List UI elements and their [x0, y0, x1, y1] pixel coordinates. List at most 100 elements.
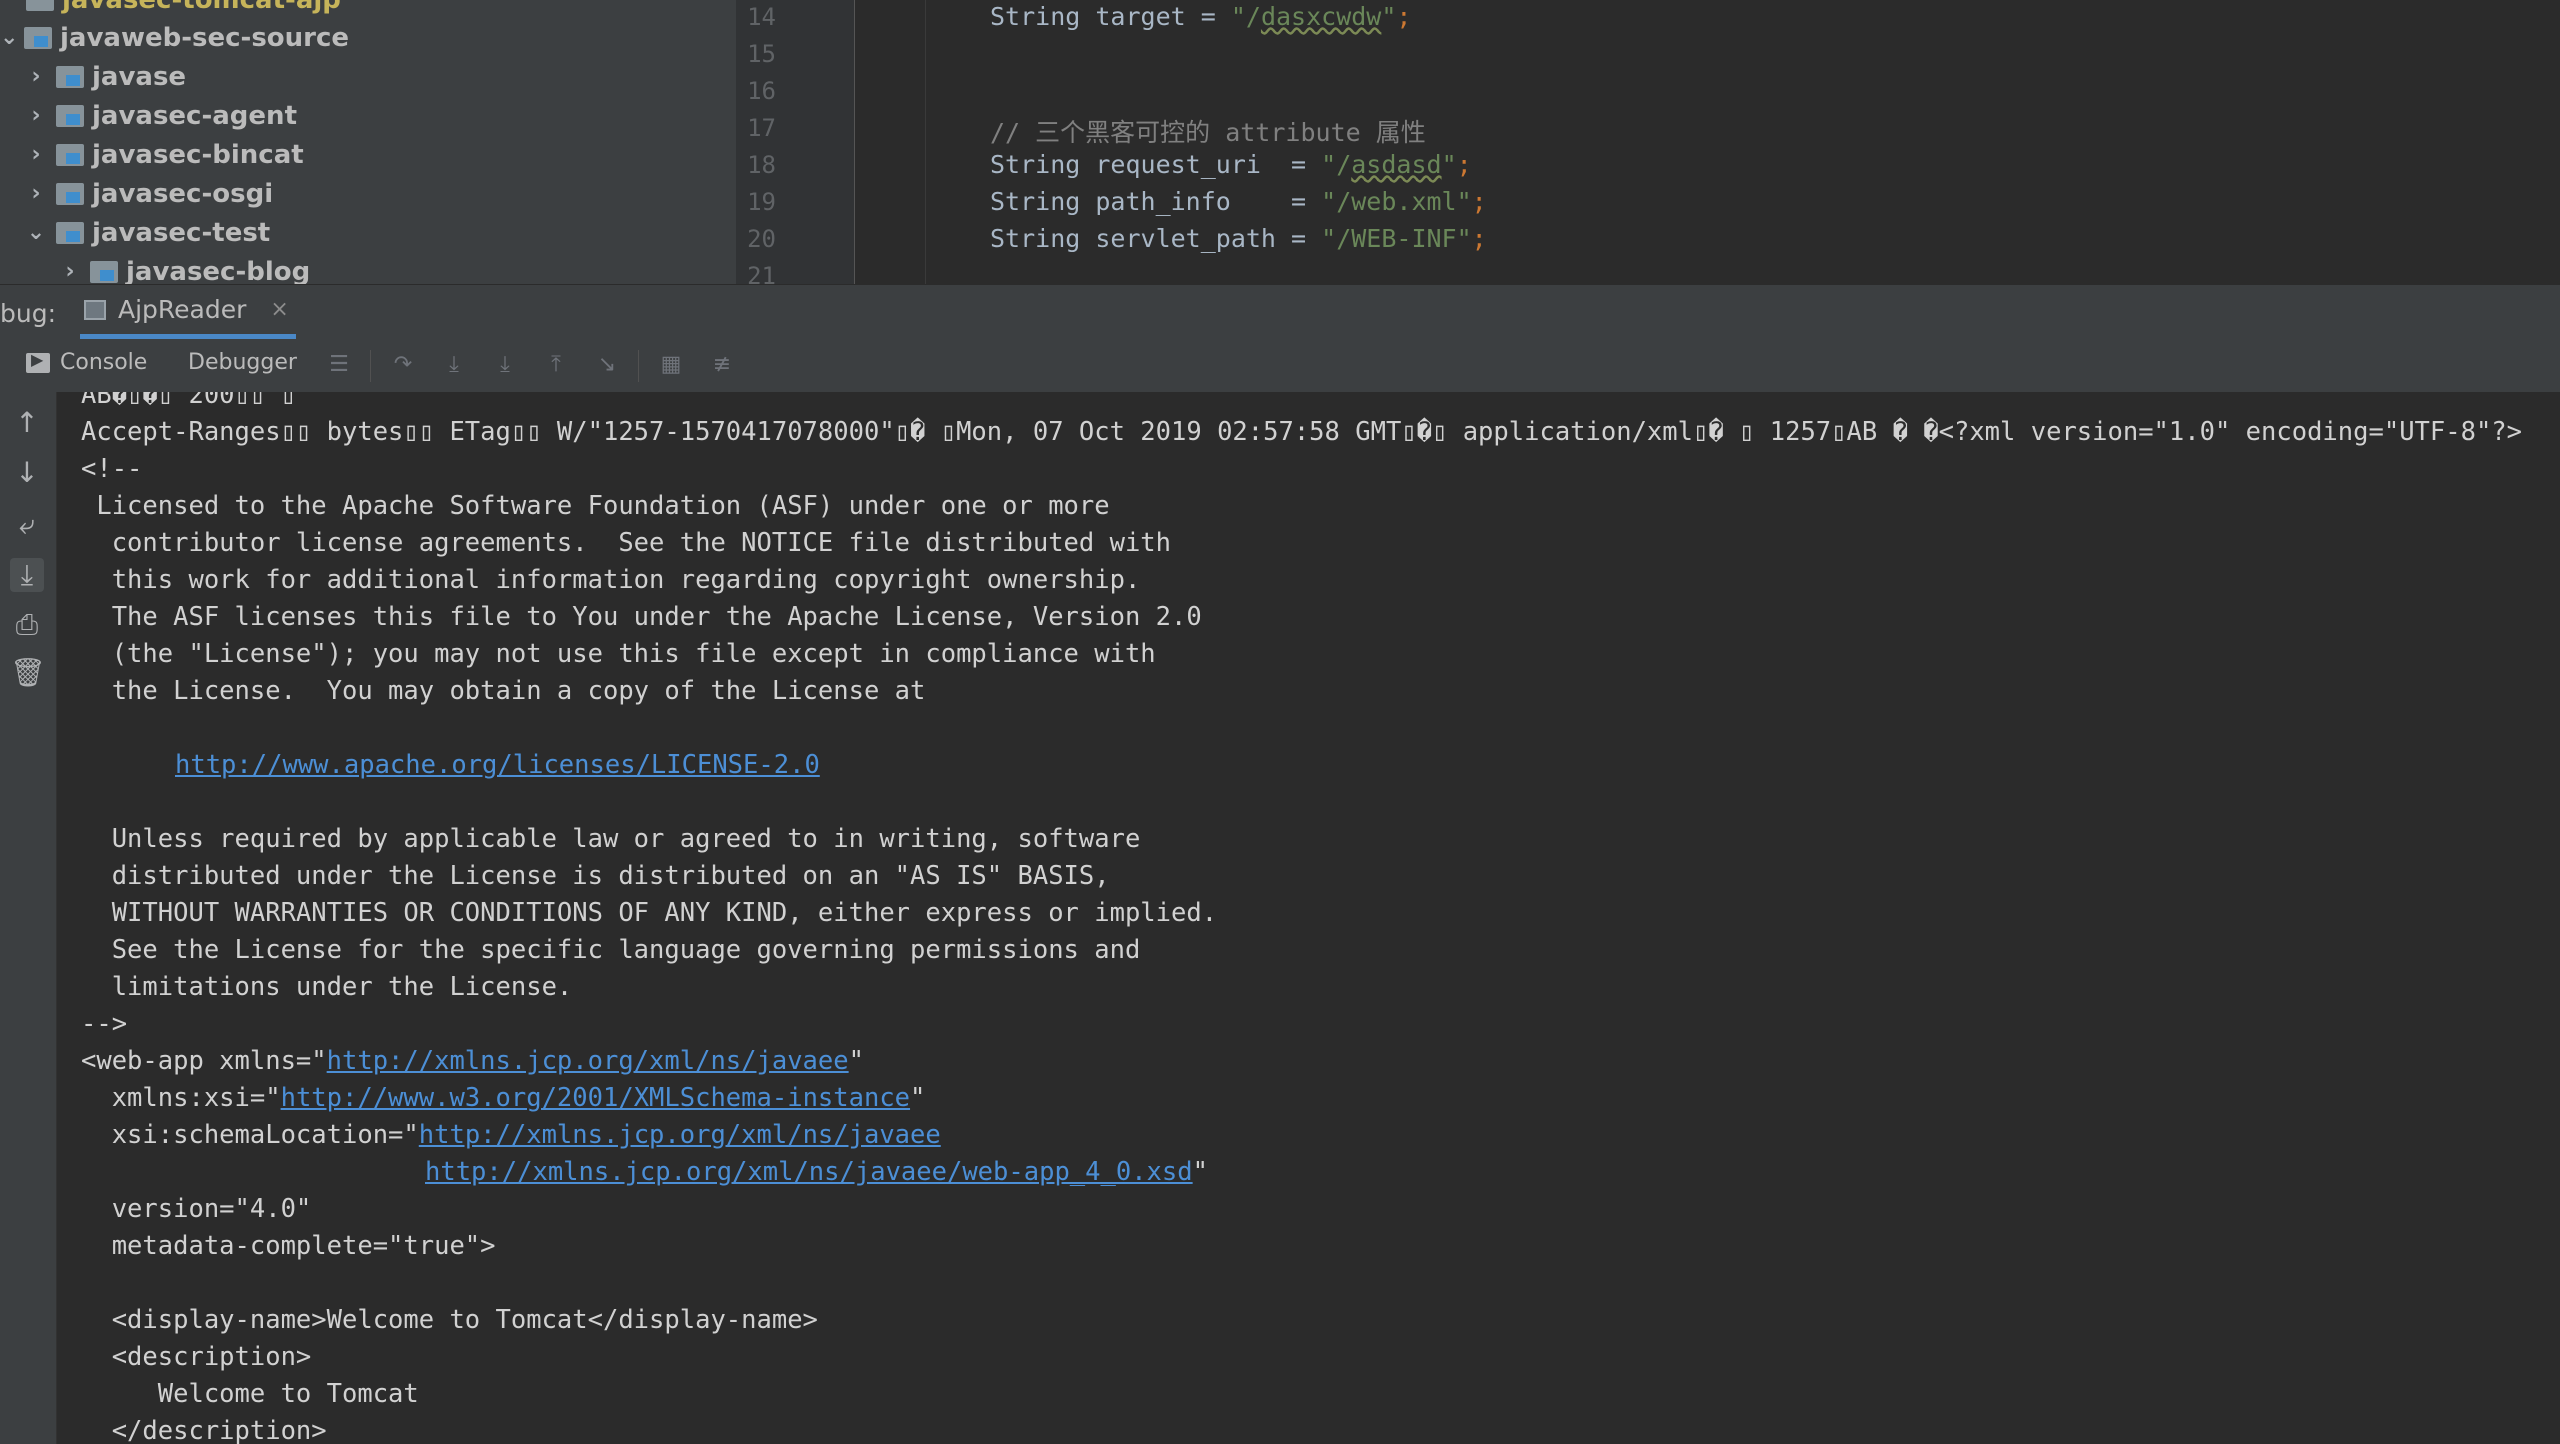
tab-console-label: Console — [60, 350, 148, 375]
console-output[interactable]: AB�▯�▯ 200▯▯ ▯ Accept-Ranges▯▯ bytes▯▯ E… — [57, 392, 2560, 1444]
semicolon: ; — [1471, 224, 1487, 253]
tree-item-javasec-agent[interactable]: › javasec-agent — [24, 96, 297, 135]
line-number: 20 — [747, 225, 776, 253]
chevron-down-icon[interactable]: ⌄ — [24, 220, 48, 245]
console-line: Licensed to the Apache Software Foundati… — [81, 491, 1110, 521]
evaluate-expression-icon[interactable]: ▦ — [658, 352, 684, 378]
step-over-icon[interactable]: ↷ — [390, 352, 416, 378]
console-line: xsi:schemaLocation="http://xmlns.jcp.org… — [81, 1120, 941, 1150]
chevron-right-icon[interactable]: › — [24, 142, 48, 167]
line-number: 14 — [747, 3, 776, 31]
string-literal: "/ — [1230, 2, 1261, 31]
project-tree: javasec-tomcat-ajp ⌄ javaweb-sec-source … — [0, 0, 736, 284]
module-folder-icon — [56, 65, 84, 88]
console-line: metadata-complete="true"> — [81, 1231, 496, 1261]
chevron-right-icon[interactable]: › — [24, 181, 48, 206]
tree-item-javasec-osgi[interactable]: › javasec-osgi — [24, 174, 273, 213]
close-icon[interactable]: × — [270, 297, 288, 322]
arrow-up-icon[interactable]: ↑ — [10, 406, 44, 440]
console-line: See the License for the specific languag… — [81, 935, 1141, 965]
line-number: 15 — [747, 40, 776, 68]
schema-xsd-link[interactable]: http://xmlns.jcp.org/xml/ns/javaee/web-a… — [425, 1157, 1193, 1187]
step-into-icon[interactable]: ⤓ — [441, 352, 467, 378]
console-line: distributed under the License is distrib… — [81, 861, 1110, 891]
step-out-icon[interactable]: ⤒ — [543, 352, 569, 378]
console-line: (the "License"); you may not use this fi… — [81, 639, 1156, 669]
run-to-cursor-icon[interactable]: ↘ — [594, 352, 620, 378]
semicolon: ; — [1471, 187, 1487, 216]
scroll-to-end-icon[interactable]: ⤓ — [10, 558, 44, 592]
chevron-right-icon[interactable]: › — [24, 64, 48, 89]
code-text: String request_uri = — [990, 150, 1322, 179]
expand-check-icon[interactable]: ⌄ — [0, 25, 18, 50]
line-number: 18 — [747, 151, 776, 179]
string-literal: " — [1441, 150, 1457, 179]
debug-toolbar: Console Debugger ☰ ↷ ⤓ ⤓ ⤒ ↘ ▦ ≢ — [0, 340, 2560, 393]
trash-icon[interactable]: 🗑 — [10, 656, 46, 690]
module-folder-icon — [56, 221, 84, 244]
semicolon: ; — [1456, 150, 1472, 179]
tree-item-javaweb-sec-source[interactable]: ⌄ javaweb-sec-source — [0, 18, 349, 57]
console-line: version="4.0" — [81, 1194, 312, 1224]
console-line: </description> — [81, 1416, 327, 1444]
console-line: <display-name>Welcome to Tomcat</display… — [81, 1305, 818, 1335]
string-literal: " — [1381, 2, 1397, 31]
console-line: AB�▯�▯ 200▯▯ ▯ — [81, 392, 296, 410]
console-line: Unless required by applicable law or agr… — [81, 824, 1141, 854]
console-line: <!-- — [81, 454, 143, 484]
xmlns-link[interactable]: http://xmlns.jcp.org/xml/ns/javaee — [327, 1046, 849, 1076]
soft-wrap-icon[interactable]: ⤶ — [10, 508, 44, 542]
console-text: <web-app xmlns=" — [81, 1046, 327, 1076]
console-line: The ASF licenses this file to You under … — [81, 602, 1202, 632]
trace-stream-icon[interactable]: ≢ — [709, 352, 735, 378]
chevron-right-icon[interactable]: › — [24, 103, 48, 128]
module-folder-icon — [56, 104, 84, 127]
console-line: the License. You may obtain a copy of th… — [81, 676, 926, 706]
code-editor[interactable]: String target = "/dasxcwdw"; // 三个黑客可控的 … — [926, 0, 2560, 284]
tree-item-javasec-blog[interactable]: › javasec-blog — [58, 252, 310, 285]
console-line: --> — [81, 1009, 128, 1039]
console-line: <description> — [81, 1342, 312, 1372]
console-line: limitations under the License. — [81, 972, 573, 1002]
module-folder-icon — [24, 26, 52, 49]
console-text: " — [1192, 1157, 1208, 1187]
code-text: String servlet_path = — [990, 224, 1322, 253]
string-literal: "/ — [1321, 150, 1352, 179]
line-number-gutter: 14 15 16 17 18 19 20 21 — [736, 0, 855, 290]
schema-location-link[interactable]: http://xmlns.jcp.org/xml/ns/javaee — [419, 1120, 941, 1150]
arrow-down-icon[interactable]: ↓ — [10, 456, 44, 490]
folder-icon — [26, 0, 54, 11]
tab-debugger-label: Debugger — [188, 350, 297, 375]
tree-item-javasec-test[interactable]: ⌄ javasec-test — [24, 213, 270, 252]
tree-item-label: javasec-bincat — [92, 139, 304, 170]
tree-item-javase[interactable]: › javase — [24, 57, 186, 96]
console-text: xsi:schemaLocation=" — [81, 1120, 419, 1150]
tree-item-label: javasec-tomcat-ajp — [62, 0, 341, 15]
force-step-into-icon[interactable]: ⤓ — [492, 352, 518, 378]
print-icon[interactable]: ⎙ — [10, 608, 44, 642]
tab-debugger[interactable]: Debugger — [188, 350, 297, 375]
debug-tab-bar: bug: AjpReader × — [0, 284, 2560, 342]
console-line: <web-app xmlns="http://xmlns.jcp.org/xml… — [81, 1046, 864, 1076]
line-number: 17 — [747, 114, 776, 142]
toolbar-divider — [370, 350, 371, 382]
code-line-19: String path_info = "/web.xml"; — [990, 187, 1487, 216]
run-config-icon — [84, 299, 106, 320]
tree-item-label: javaweb-sec-source — [60, 22, 350, 53]
tree-item-label: javasec-test — [92, 217, 271, 248]
code-text: String target = — [990, 2, 1231, 31]
threads-list-icon[interactable]: ☰ — [326, 352, 352, 378]
string-literal: dasxcwdw — [1260, 2, 1382, 31]
tab-console[interactable]: Console — [26, 350, 147, 375]
console-line: http://www.apache.org/licenses/LICENSE-2… — [175, 750, 820, 780]
chevron-right-icon[interactable]: › — [58, 259, 82, 284]
line-number: 16 — [747, 77, 776, 105]
string-literal: "/web.xml" — [1321, 187, 1472, 216]
console-line: http://xmlns.jcp.org/xml/ns/javaee/web-a… — [425, 1157, 1208, 1187]
license-link[interactable]: http://www.apache.org/licenses/LICENSE-2… — [175, 750, 820, 780]
console-side-toolbar: ↑ ↓ ⤶ ⤓ ⎙ 🗑 — [0, 392, 57, 1444]
tree-item-javasec-bincat[interactable]: › javasec-bincat — [24, 135, 304, 174]
tab-ajpreader[interactable]: AjpReader × — [80, 285, 296, 339]
tree-item-javasec-tomcat-ajp[interactable]: javasec-tomcat-ajp — [26, 0, 341, 19]
xmlns-xsi-link[interactable]: http://www.w3.org/2001/XMLSchema-instanc… — [281, 1083, 910, 1113]
